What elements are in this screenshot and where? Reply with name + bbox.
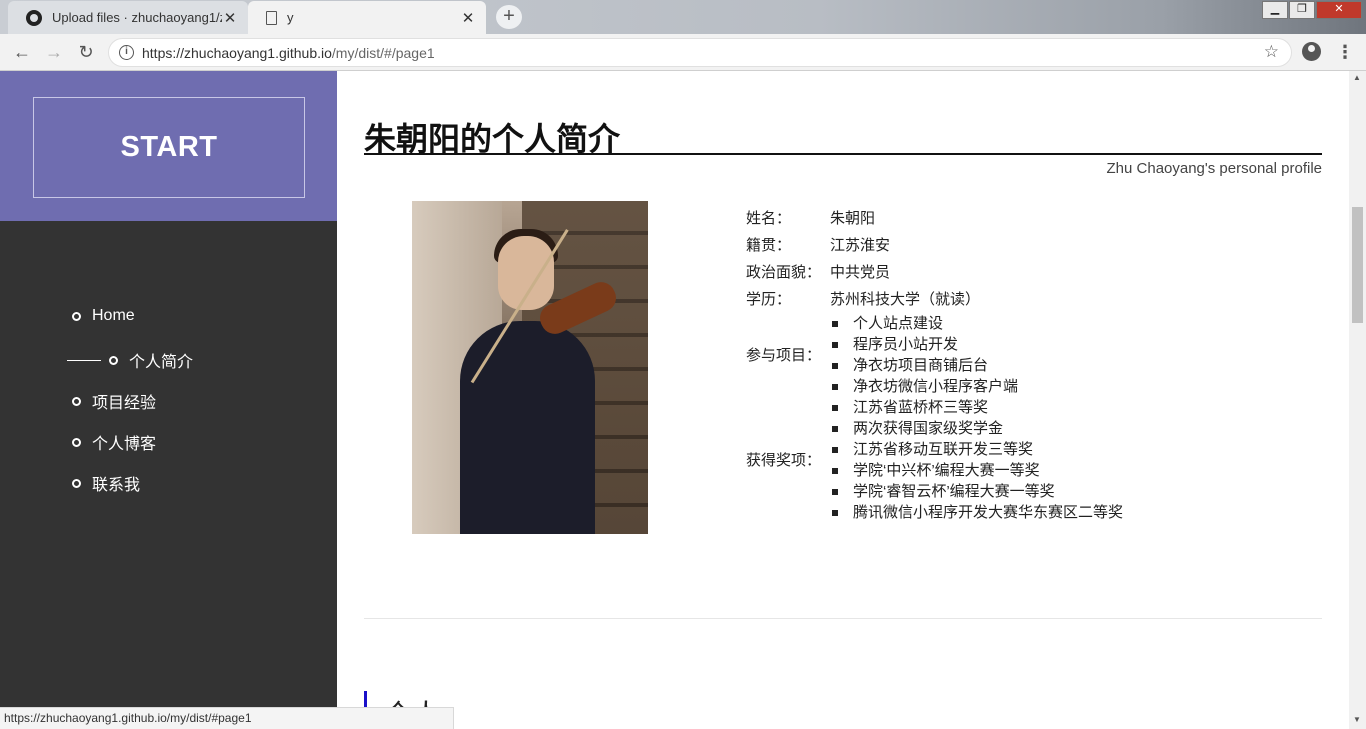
profile-info: 姓名： 朱朝阳 籍贯： 江苏淮安 政治面貌： 中共党员 学历： 苏州科技大学（就… xyxy=(746,205,1123,523)
browser-tab-current[interactable]: y ✕ xyxy=(248,1,486,34)
list-item: 净衣坊微信小程序客户端 xyxy=(830,376,1018,397)
projects-list: 个人站点建设 程序员小站开发 净衣坊项目商铺后台 净衣坊微信小程序客户端 xyxy=(830,313,1018,397)
scroll-up-arrow-icon[interactable]: ▲ xyxy=(1353,73,1361,82)
more-menu-icon[interactable]: ⋮ xyxy=(1336,41,1354,63)
start-label: START xyxy=(120,131,218,163)
sidebar: START Home 个人简介 项目经验 个人博客 联系我 xyxy=(0,71,337,729)
sidebar-item-label: 项目经验 xyxy=(92,395,157,412)
field-label: 政治面貌： xyxy=(746,264,822,281)
title-divider xyxy=(364,153,1322,155)
field-label: 获得奖项： xyxy=(746,451,822,469)
info-icon[interactable]: i xyxy=(119,45,134,60)
circle-bullet-icon xyxy=(109,355,118,365)
field-label: 籍贯： xyxy=(746,237,792,254)
circle-bullet-icon xyxy=(72,437,81,447)
sidebar-header: START xyxy=(0,71,337,221)
field-value: 中共党员 xyxy=(830,264,891,281)
section-divider xyxy=(364,618,1322,619)
tab-title: y xyxy=(287,10,294,25)
info-row-education: 学历： 苏州科技大学（就读） xyxy=(746,286,1123,313)
circle-bullet-icon xyxy=(72,396,81,406)
bookmark-star-icon[interactable]: ☆ xyxy=(1264,42,1279,62)
list-item: 程序员小站开发 xyxy=(830,334,1018,355)
tab-title: Upload files · zhuchaoyang1/z xyxy=(52,10,222,25)
page-scrollbar[interactable]: ▲ ▼ xyxy=(1349,71,1366,729)
list-item: 腾讯微信小程序开发大赛华东赛区二等奖 xyxy=(830,502,1123,523)
list-item: 个人站点建设 xyxy=(830,313,1018,334)
document-icon xyxy=(266,10,277,25)
info-row-projects: 参与项目： 个人站点建设 程序员小站开发 净衣坊项目商铺后台 净衣坊微信小程序客… xyxy=(746,313,1123,397)
close-icon[interactable]: ✕ xyxy=(460,9,476,27)
url-text[interactable]: https://zhuchaoyang1.github.io/my/dist/#… xyxy=(142,45,435,61)
browser-tab-github[interactable]: Upload files · zhuchaoyang1/z ✕ xyxy=(8,1,248,34)
circle-bullet-icon xyxy=(72,311,81,321)
sidebar-item-contact[interactable]: 联系我 xyxy=(72,471,140,495)
circle-bullet-icon xyxy=(72,478,81,488)
github-icon xyxy=(26,9,42,26)
page-subtitle: Zhu Chaoyang's personal profile xyxy=(1106,160,1323,177)
info-row-politics: 政治面貌： 中共党员 xyxy=(746,259,1123,286)
sidebar-item-profile[interactable]: 个人简介 xyxy=(67,348,193,372)
sidebar-item-projects[interactable]: 项目经验 xyxy=(72,389,156,413)
back-arrow-icon[interactable]: ← xyxy=(10,41,34,63)
active-indicator xyxy=(67,359,101,361)
list-item: 净衣坊项目商铺后台 xyxy=(830,355,1018,376)
link-status-bubble: https://zhuchaoyang1.github.io/my/dist/#… xyxy=(0,707,454,729)
start-button[interactable]: START xyxy=(33,97,305,198)
sidebar-item-label: Home xyxy=(92,307,135,324)
field-value: 朱朝阳 xyxy=(830,210,876,227)
sidebar-item-label: 联系我 xyxy=(92,477,141,494)
field-value: 江苏淮安 xyxy=(830,237,891,254)
reload-icon[interactable]: ↻ xyxy=(74,41,98,63)
field-label: 学历： xyxy=(746,291,792,308)
list-item: 两次获得国家级奖学金 xyxy=(830,418,1123,439)
sidebar-item-label: 个人简介 xyxy=(129,354,194,371)
info-row-name: 姓名： 朱朝阳 xyxy=(746,205,1123,232)
scrollbar-thumb[interactable] xyxy=(1352,207,1363,323)
page-viewport: START Home 个人简介 项目经验 个人博客 联系我 朱朝阳的个人简介 Z… xyxy=(0,71,1349,729)
browser-tabstrip: Upload files · zhuchaoyang1/z ✕ y ✕ + ▁ … xyxy=(0,0,1366,34)
awards-list: 江苏省蓝桥杯三等奖 两次获得国家级奖学金 江苏省移动互联开发三等奖 学院‘中兴杯… xyxy=(830,397,1123,523)
list-item: 江苏省移动互联开发三等奖 xyxy=(830,439,1123,460)
maximize-button[interactable]: ❐ xyxy=(1289,1,1315,19)
window-close-button[interactable]: ✕ xyxy=(1316,1,1362,19)
info-row-awards: 获得奖项： 江苏省蓝桥杯三等奖 两次获得国家级奖学金 江苏省移动互联开发三等奖 … xyxy=(746,397,1123,523)
forward-arrow-icon[interactable]: → xyxy=(42,41,66,63)
list-item: 学院‘中兴杯’编程大赛一等奖 xyxy=(830,460,1123,481)
sidebar-item-label: 个人博客 xyxy=(92,436,157,453)
sidebar-item-home[interactable]: Home xyxy=(72,307,135,325)
close-icon[interactable]: ✕ xyxy=(222,9,238,27)
account-icon[interactable] xyxy=(1302,42,1321,61)
field-value: 苏州科技大学（就读） xyxy=(830,291,981,308)
address-bar[interactable]: i https://zhuchaoyang1.github.io/my/dist… xyxy=(108,38,1292,67)
browser-toolbar: ← → ↻ i https://zhuchaoyang1.github.io/m… xyxy=(0,34,1366,71)
url-path: /my/dist/#/page1 xyxy=(331,45,435,61)
sidebar-item-blog[interactable]: 个人博客 xyxy=(72,430,156,454)
field-label: 参与项目： xyxy=(746,346,822,364)
new-tab-button[interactable]: + xyxy=(496,5,522,29)
main-content: 朱朝阳的个人简介 Zhu Chaoyang's personal profile… xyxy=(337,71,1349,729)
profile-photo xyxy=(412,201,648,534)
minimize-button[interactable]: ▁ xyxy=(1262,1,1288,19)
scroll-down-arrow-icon[interactable]: ▼ xyxy=(1353,715,1361,724)
info-row-hometown: 籍贯： 江苏淮安 xyxy=(746,232,1123,259)
list-item: 江苏省蓝桥杯三等奖 xyxy=(830,397,1123,418)
url-host: https://zhuchaoyang1.github.io xyxy=(142,45,332,61)
list-item: 学院‘睿智云杯’编程大赛一等奖 xyxy=(830,481,1123,502)
field-label: 姓名： xyxy=(746,210,792,227)
